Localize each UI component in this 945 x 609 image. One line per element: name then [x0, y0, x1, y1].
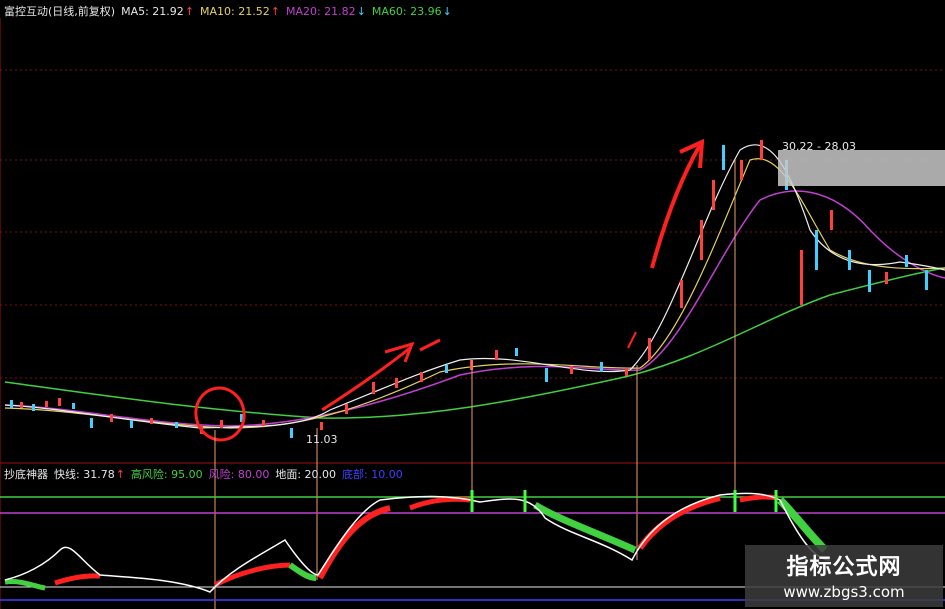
ground-label: 地面: 20.00 — [275, 468, 337, 481]
watermark: 指标公式网 www.zbgs3.com — [745, 545, 943, 607]
ma60-label: MA60: 23.96↓ — [371, 4, 452, 18]
high-risk-label: 高风险: 95.00 — [130, 468, 203, 481]
watermark-url: www.zbgs3.com — [783, 583, 905, 601]
abyss-label: 底部: 10.00 — [342, 468, 403, 481]
price-chart — [0, 18, 945, 609]
ma5-label: MA5: 21.92↑ — [121, 4, 195, 18]
high-range-label: 30.22 - 28.03 — [782, 140, 856, 153]
ma20-label: MA20: 21.82↓ — [285, 4, 366, 18]
indicator-legend: 抄底神器 快线: 31.78↑ 高风险: 95.00 风险: 80.00 地面:… — [4, 465, 403, 483]
fast-line-label: 快线: 31.78↑ — [54, 468, 125, 481]
low-price-label: 11.03 — [306, 433, 338, 446]
stock-title: 富控互动(日线,前复权) — [4, 5, 116, 18]
indicator-name: 抄底神器 — [4, 468, 48, 481]
ma10-label: MA10: 21.52↑ — [200, 4, 280, 18]
watermark-title: 指标公式网 — [786, 555, 902, 580]
risk-label: 风险: 80.00 — [208, 468, 270, 481]
price-legend: 富控互动(日线,前复权) MA5: 21.92↑ MA10: 21.52↑ MA… — [4, 2, 452, 20]
